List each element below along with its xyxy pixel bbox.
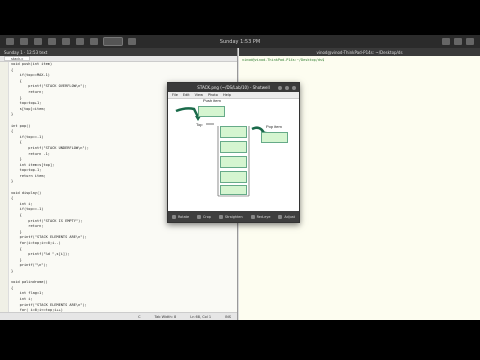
terminal-prompt[interactable]: vinod@vinod-ThinkPad-P14s:~/Desktop/ds$ xyxy=(239,56,480,64)
tab-stack-c[interactable]: stack.c xyxy=(4,56,31,61)
stack-cell xyxy=(220,156,247,168)
push-label: Push item xyxy=(203,98,221,103)
menu-photo[interactable]: Photo xyxy=(208,93,218,97)
adjust-icon xyxy=(278,214,283,219)
terminal-icon[interactable] xyxy=(62,38,70,45)
menu-help[interactable]: Help xyxy=(223,93,231,97)
menu-edit[interactable]: Edit xyxy=(183,93,190,97)
straighten-button[interactable]: Straighten xyxy=(218,214,243,219)
stack-cell xyxy=(220,141,247,153)
red-eye-icon xyxy=(250,214,255,219)
crop-button[interactable]: Crop xyxy=(197,214,211,219)
image-viewer-window: STACK.png (~/DS/Lab/10) - Shotwell File … xyxy=(167,82,300,223)
browser-icon[interactable] xyxy=(34,38,42,45)
editor-statusbar: C Tab Width: 8 Ln 68, Col 1 INS xyxy=(0,312,237,320)
red-eye-button[interactable]: Red-eye xyxy=(250,214,270,219)
pop-item-box xyxy=(261,132,288,143)
terminal-title: vinod@vinod-ThinkPad-P14s: ~/Desktop/ds xyxy=(316,49,403,55)
push-item-box xyxy=(198,106,225,117)
viewer-menubar: File Edit View Photo Help xyxy=(168,92,299,99)
menu-view[interactable]: View xyxy=(195,93,203,97)
network-icon[interactable] xyxy=(442,38,450,45)
image-viewer-icon[interactable] xyxy=(128,38,136,45)
language-selector[interactable]: C xyxy=(138,315,140,319)
stack-cell xyxy=(220,126,247,138)
viewer-title: STACK.png (~/DS/Lab/10) - Shotwell xyxy=(197,85,270,90)
power-icon[interactable] xyxy=(466,38,474,45)
stack-cell xyxy=(220,185,247,195)
desktop: Sunday 1:53 PM Sunday 1 · 12:53 text sta… xyxy=(0,35,480,320)
menu-file[interactable]: File xyxy=(172,93,178,97)
insert-mode: INS xyxy=(225,314,231,319)
editor-title: Sunday 1 · 12:53 text xyxy=(4,49,48,55)
crop-icon xyxy=(197,214,202,219)
clock: Sunday 1:53 PM xyxy=(219,38,261,45)
settings-icon[interactable] xyxy=(48,38,56,45)
stack-diagram: Push item Pop item Top xyxy=(168,98,299,211)
prompt-text: vinod@vinod-ThinkPad-P14s:~/Desktop/ds$ xyxy=(242,58,325,62)
rotate-button[interactable]: Rotate xyxy=(171,214,189,219)
viewer-titlebar[interactable]: STACK.png (~/DS/Lab/10) - Shotwell xyxy=(168,83,299,92)
stack-cell xyxy=(220,171,247,183)
straighten-icon xyxy=(218,214,223,219)
store-icon[interactable] xyxy=(90,38,98,45)
viewer-toolbar: Rotate Crop Straighten Red-eye Adjust xyxy=(168,211,299,222)
volume-icon[interactable] xyxy=(454,38,462,45)
cursor-position: Ln 68, Col 1 xyxy=(190,314,212,319)
adjust-button[interactable]: Adjust xyxy=(278,214,295,219)
top-panel: Sunday 1:53 PM xyxy=(0,35,480,48)
minimize-icon[interactable] xyxy=(278,85,282,90)
editor-taskbar-icon[interactable] xyxy=(103,37,123,46)
editor-header: Sunday 1 · 12:53 text xyxy=(0,48,237,56)
close-icon[interactable] xyxy=(292,85,296,90)
maximize-icon[interactable] xyxy=(285,85,289,90)
media-icon[interactable] xyxy=(76,38,84,45)
files-icon[interactable] xyxy=(20,38,28,45)
push-arrow xyxy=(175,107,200,118)
terminal-header: vinod@vinod-ThinkPad-P14s: ~/Desktop/ds xyxy=(239,48,480,56)
rotate-icon xyxy=(171,214,176,219)
pop-label: Pop item xyxy=(266,124,282,129)
top-label: Top xyxy=(196,122,203,127)
tab-width-selector[interactable]: Tab Width: 8 xyxy=(155,315,177,319)
apps-icon[interactable] xyxy=(6,38,14,45)
